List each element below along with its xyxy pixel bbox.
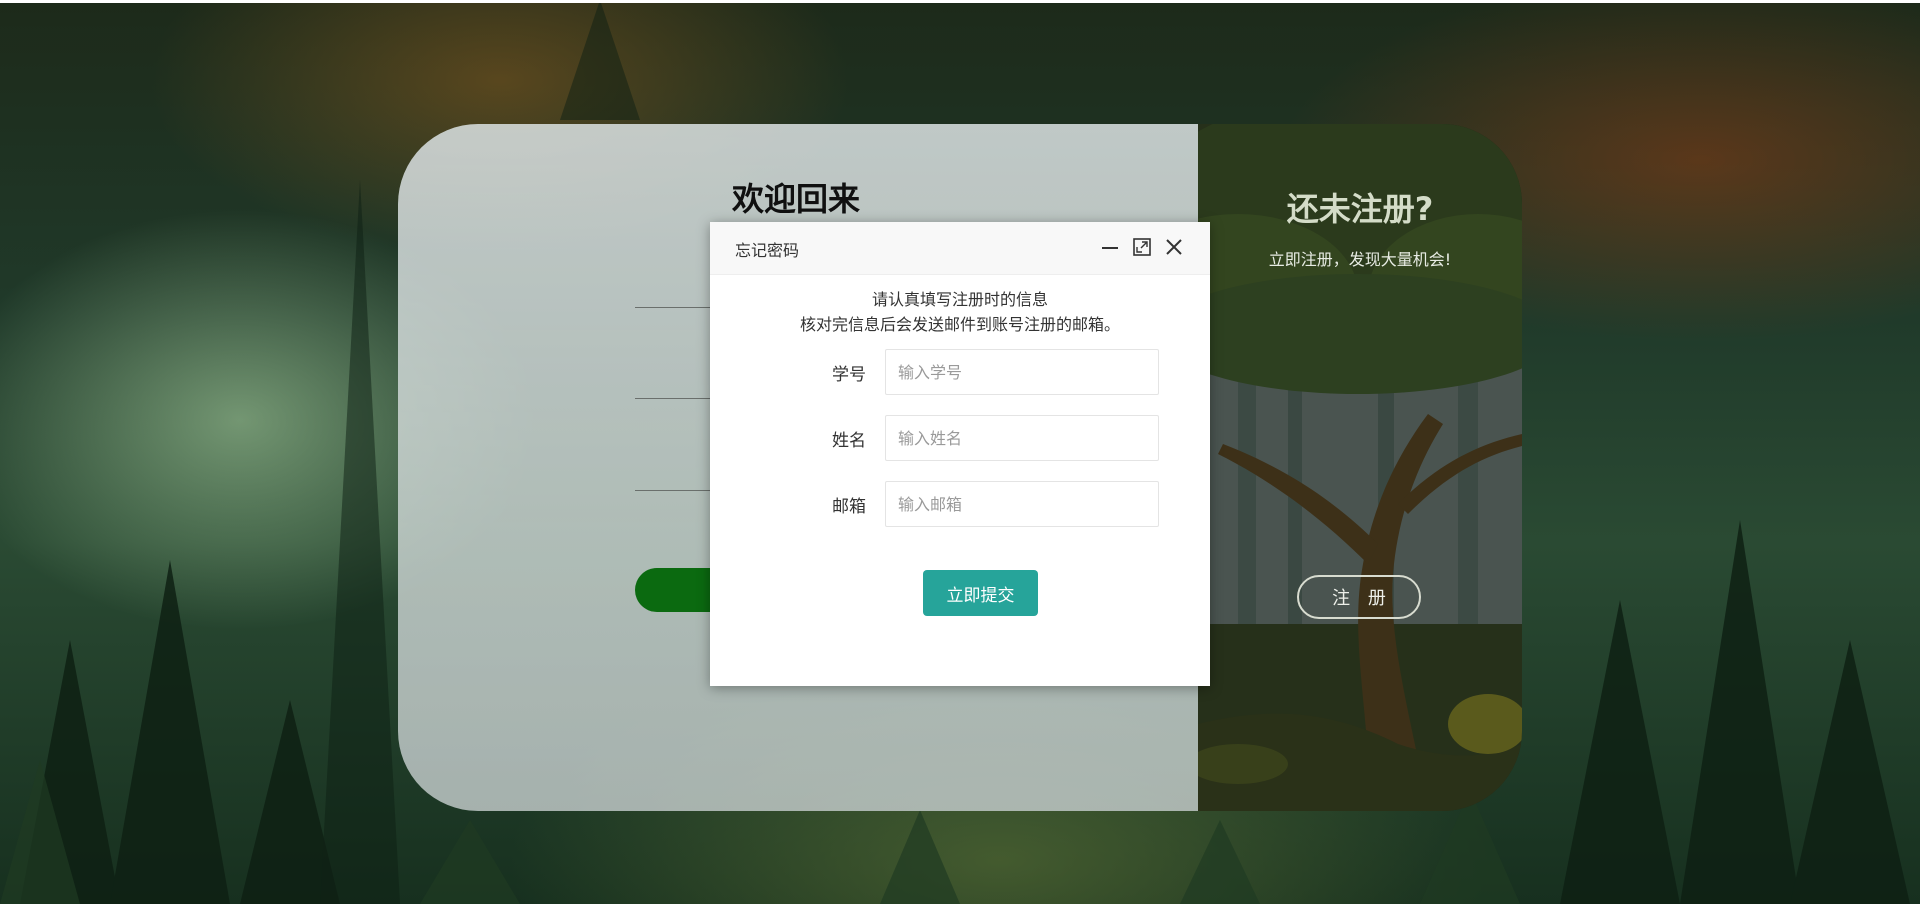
dialog-title: 忘记密码 bbox=[735, 241, 800, 260]
dialog-intro-line-2: 核对完信息后会发送邮件到账号注册的邮箱。 bbox=[799, 315, 1120, 334]
register-button[interactable]: 注 册 bbox=[1297, 575, 1421, 619]
close-icon[interactable] bbox=[1163, 236, 1185, 258]
register-title: 还未注册? bbox=[1286, 190, 1434, 228]
student-id-input[interactable] bbox=[885, 349, 1159, 395]
forgot-password-dialog: 忘记密码 请认真填写注册时的信息 核对完信息后会发送邮件到账号注册的邮箱。 学号… bbox=[710, 222, 1210, 686]
register-panel: 还未注册? 立即注册，发现大量机会! 注 册 bbox=[1198, 124, 1522, 811]
top-edge bbox=[0, 0, 1920, 3]
student-id-label: 学号 bbox=[832, 365, 866, 385]
dialog-intro-line-1: 请认真填写注册时的信息 bbox=[871, 290, 1048, 309]
name-label: 姓名 bbox=[832, 431, 866, 451]
dialog-header: 忘记密码 bbox=[710, 222, 1210, 275]
minimize-icon[interactable] bbox=[1099, 236, 1121, 258]
email-label: 邮箱 bbox=[832, 497, 866, 517]
email-input[interactable] bbox=[885, 481, 1159, 527]
submit-button[interactable]: 立即提交 bbox=[923, 570, 1038, 616]
login-title: 欢迎回来 bbox=[732, 180, 861, 218]
register-subtitle: 立即注册，发现大量机会! bbox=[1268, 250, 1452, 269]
name-input[interactable] bbox=[885, 415, 1159, 461]
maximize-icon[interactable] bbox=[1131, 236, 1153, 258]
